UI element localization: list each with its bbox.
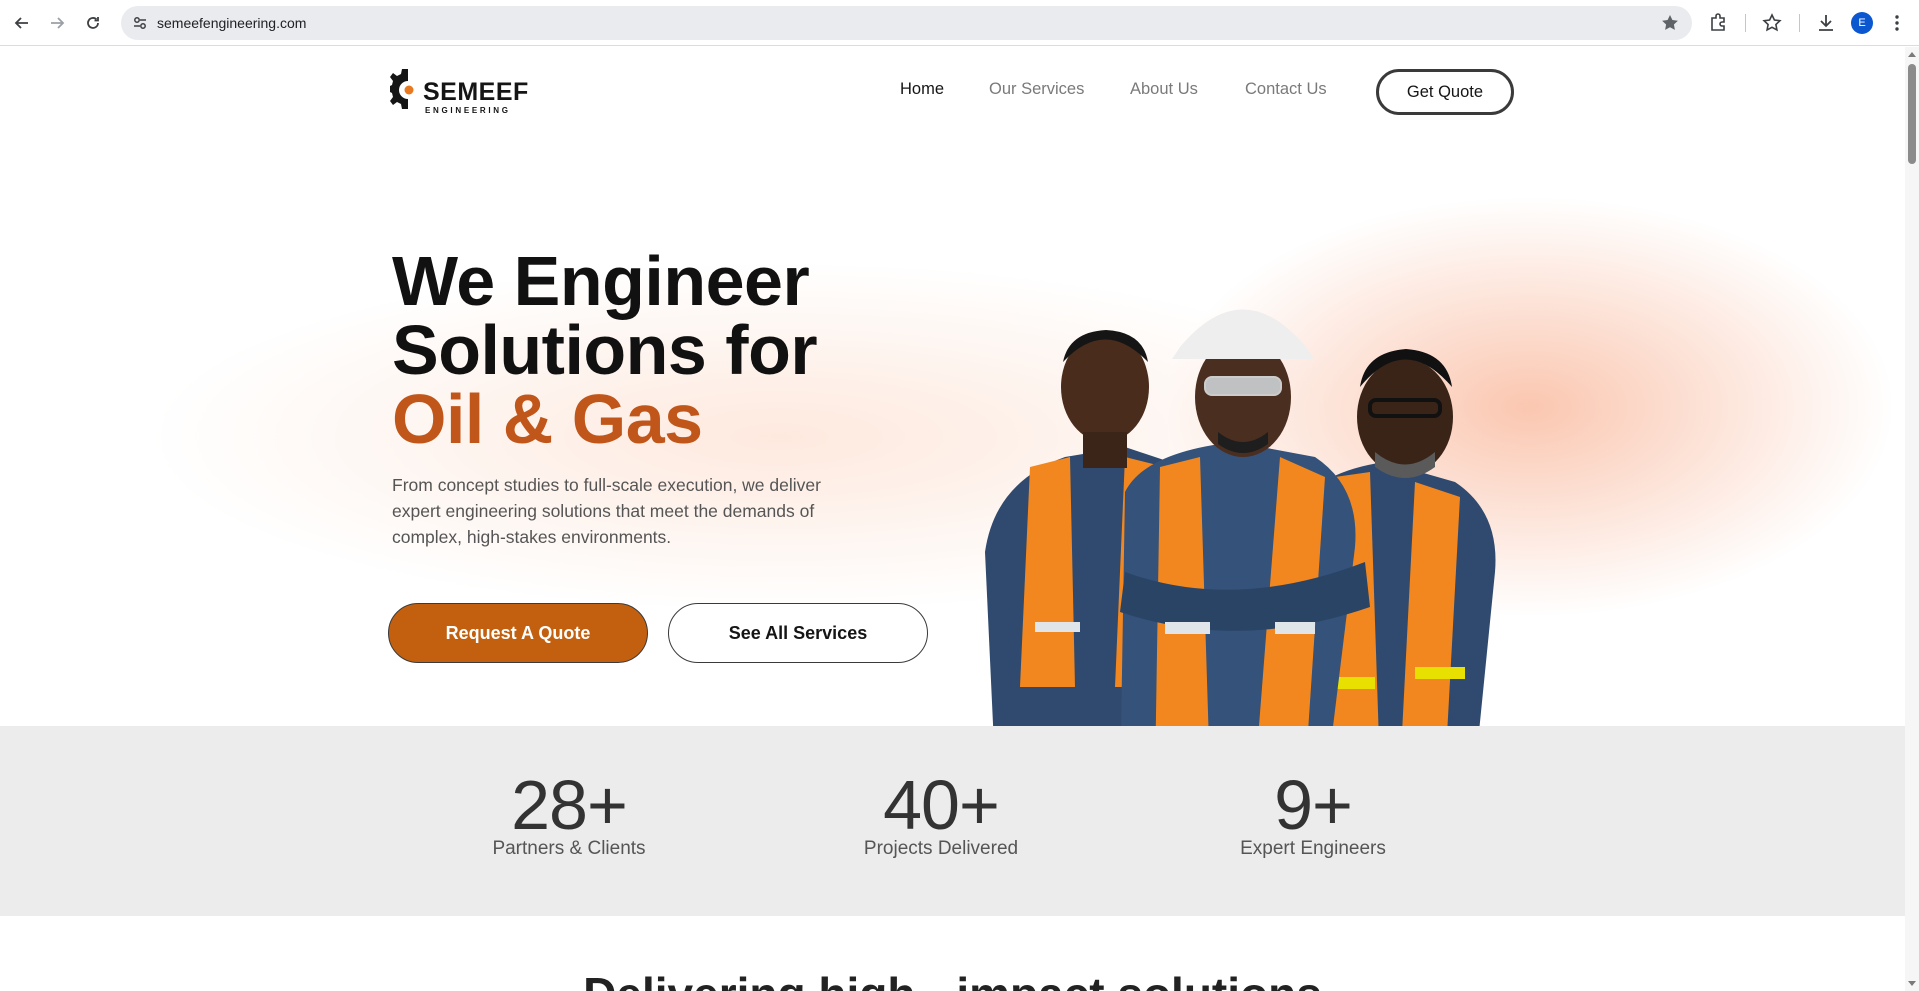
stat-value: 40+ xyxy=(883,766,1000,844)
scroll-up-arrow-icon[interactable] xyxy=(1908,52,1916,57)
download-icon[interactable] xyxy=(1815,12,1837,34)
stat-label: Expert Engineers xyxy=(1240,838,1386,859)
arrow-right-icon xyxy=(51,17,65,29)
stat-label: Projects Delivered xyxy=(863,838,1019,859)
url-text: semeefengineering.com xyxy=(157,15,307,31)
page-viewport: SEMEEF ENGINEERING Home Our Services Abo… xyxy=(0,47,1905,991)
request-quote-button[interactable]: Request A Quote xyxy=(388,603,648,663)
toolbar-divider xyxy=(1745,14,1746,32)
scroll-down-arrow-icon[interactable] xyxy=(1908,981,1916,986)
reload-button[interactable] xyxy=(80,10,106,36)
site-info-icon[interactable] xyxy=(131,14,149,32)
stat-label: Partners & Clients xyxy=(492,838,646,859)
bookmark-star-icon[interactable] xyxy=(1660,13,1680,33)
stat-engineers: 9+ Expert Engineers xyxy=(1183,770,1443,860)
forward-button[interactable] xyxy=(44,10,70,36)
see-all-services-button[interactable]: See All Services xyxy=(668,603,928,663)
reload-icon xyxy=(87,17,99,29)
stat-partners: 28+ Partners & Clients xyxy=(439,770,699,860)
nav-home[interactable]: Home xyxy=(900,80,944,99)
hero-description: From concept studies to full-scale execu… xyxy=(392,475,821,547)
stat-projects: 40+ Projects Delivered xyxy=(811,770,1071,860)
gear-logo-icon xyxy=(390,69,414,109)
toolbar-divider xyxy=(1799,14,1800,32)
browser-toolbar: semeefengineering.com E xyxy=(0,0,1919,46)
nav-about-us[interactable]: About Us xyxy=(1130,80,1198,99)
get-quote-button[interactable]: Get Quote xyxy=(1376,69,1514,115)
arrow-left-icon xyxy=(14,17,28,29)
hero-title-line-1: We Engineer xyxy=(392,242,810,320)
stat-value: 28+ xyxy=(511,766,628,844)
nav-contact-us[interactable]: Contact Us xyxy=(1245,80,1327,99)
page-scrollbar[interactable] xyxy=(1905,47,1919,991)
nav-our-services[interactable]: Our Services xyxy=(989,80,1084,99)
back-button[interactable] xyxy=(9,10,35,36)
profile-avatar[interactable]: E xyxy=(1851,12,1873,34)
logo-subtitle: ENGINEERING xyxy=(425,106,511,115)
bookmarks-icon[interactable] xyxy=(1761,12,1783,34)
address-bar[interactable]: semeefengineering.com xyxy=(121,6,1692,40)
site-logo[interactable]: SEMEEF ENGINEERING xyxy=(390,67,530,119)
extensions-icon[interactable] xyxy=(1707,12,1729,34)
stats-band: 28+ Partners & Clients 40+ Projects Deli… xyxy=(0,726,1905,916)
engineers-photo xyxy=(985,309,1496,772)
more-menu-icon[interactable] xyxy=(1886,12,1908,34)
hero-title-accent: Oil & Gas xyxy=(392,380,703,458)
stat-value: 9+ xyxy=(1274,766,1353,844)
scrollbar-thumb[interactable] xyxy=(1908,64,1916,164)
center-engineer-figure xyxy=(1120,309,1370,772)
logo-brand: SEMEEF xyxy=(423,78,529,106)
hero-title: We Engineer Solutions for Oil & Gas xyxy=(392,242,818,458)
section-heading: Delivering high - impact solutions xyxy=(0,967,1905,991)
hero-title-line-2: Solutions for xyxy=(392,311,818,389)
